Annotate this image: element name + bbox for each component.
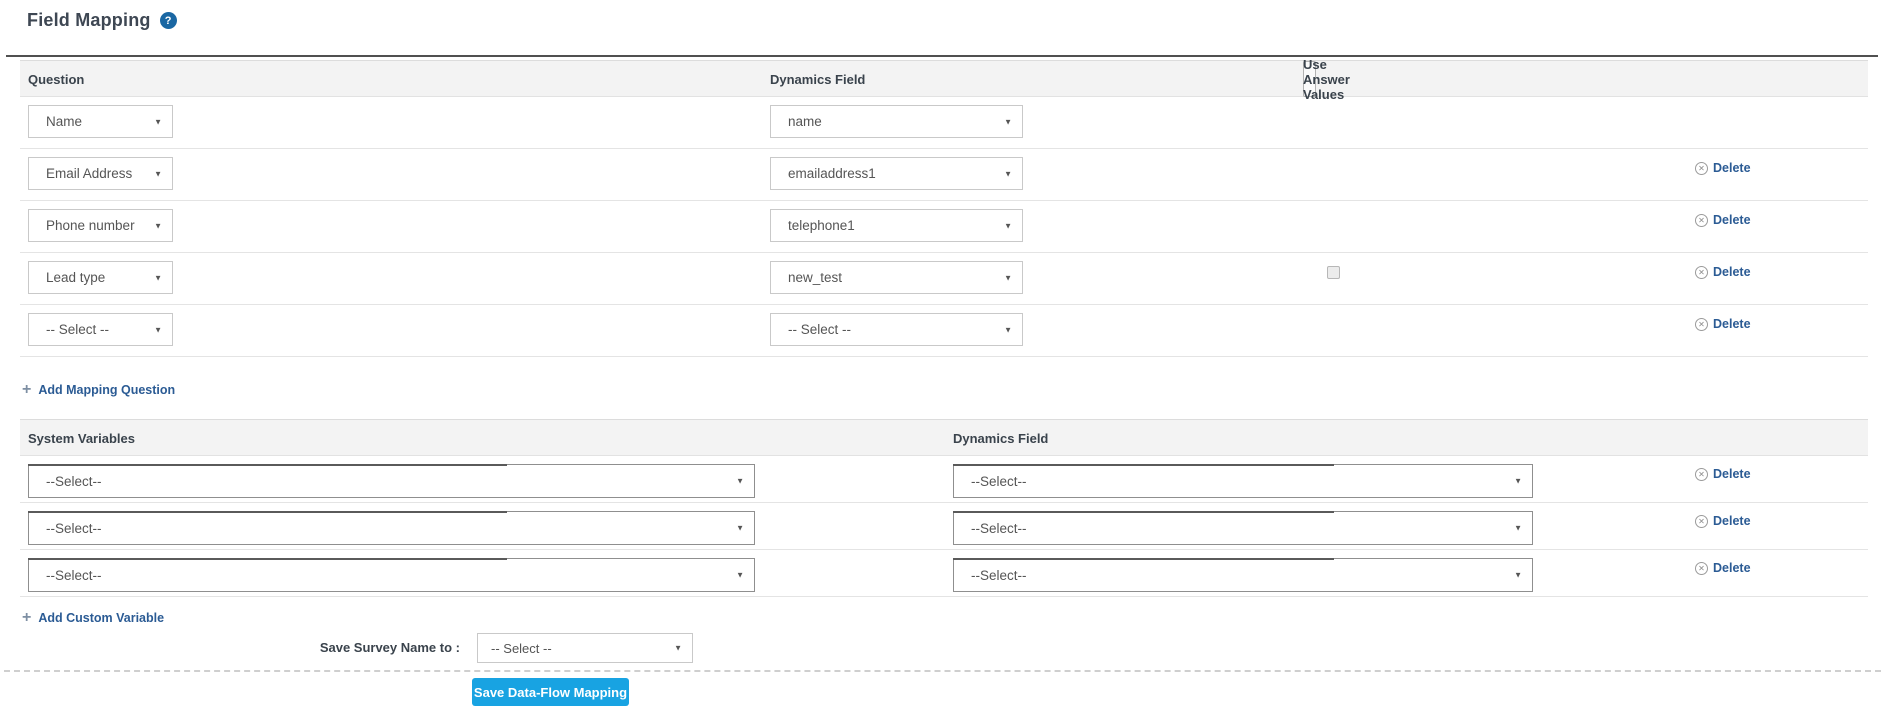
system-variable-row-2: --Select--▼ --Select--▼ ✕Delete: [20, 503, 1868, 550]
chevron-down-icon: ▼: [1004, 117, 1012, 126]
mapping-row-1: Name▼ name▼: [20, 97, 1868, 149]
delete-link[interactable]: ✕Delete: [1695, 561, 1751, 575]
chevron-down-icon: ▼: [1514, 477, 1522, 486]
dynamics-field-select[interactable]: --Select--▼: [953, 558, 1533, 592]
dynamics-field-select[interactable]: --Select--▼: [953, 511, 1533, 545]
delete-link[interactable]: ✕Delete: [1695, 514, 1751, 528]
mapping-row-3: Phone number▼ telephone1▼ ✕Delete: [20, 201, 1868, 253]
header-divider: [6, 55, 1878, 57]
footer-dashed-divider: [4, 670, 1881, 672]
chevron-down-icon: ▼: [736, 524, 744, 533]
help-icon[interactable]: ?: [160, 12, 177, 29]
system-variable-select[interactable]: --Select--▼: [28, 464, 755, 498]
dynamics-field-select[interactable]: emailaddress1▼: [770, 157, 1023, 190]
chevron-down-icon: ▼: [1004, 273, 1012, 282]
dynamics-field-select[interactable]: -- Select --▼: [770, 313, 1023, 346]
mapping-row-4: Lead type▼ new_test▼ ✕Delete: [20, 253, 1868, 305]
chevron-down-icon: ▼: [154, 169, 162, 178]
system-variables-header-row: System Variables Dynamics Field: [20, 419, 1868, 456]
system-variable-row-3: --Select--▼ --Select--▼ ✕Delete: [20, 550, 1868, 597]
chevron-down-icon: ▼: [154, 117, 162, 126]
chevron-down-icon: ▼: [1004, 221, 1012, 230]
chevron-down-icon: ▼: [154, 273, 162, 282]
chevron-down-icon: ▼: [154, 221, 162, 230]
chevron-down-icon: ▼: [736, 571, 744, 580]
dynamics-field-select[interactable]: name▼: [770, 105, 1023, 138]
delete-circle-icon: ✕: [1695, 214, 1708, 227]
field-mapping-page: Field Mapping ? Question Dynamics Field …: [0, 0, 1885, 712]
plus-icon: +: [22, 611, 31, 625]
dynamics-field-select[interactable]: telephone1▼: [770, 209, 1023, 242]
question-column-header: Question: [28, 61, 84, 97]
delete-circle-icon: ✕: [1695, 562, 1708, 575]
add-mapping-question-link[interactable]: + Add Mapping Question: [22, 383, 175, 397]
question-select[interactable]: Email Address▼: [28, 157, 173, 190]
system-variable-select[interactable]: --Select--▼: [28, 558, 755, 592]
add-custom-variable-link[interactable]: + Add Custom Variable: [22, 611, 164, 625]
question-mapping-header-row: Question Dynamics Field Use Answer Value…: [20, 60, 1868, 97]
delete-link[interactable]: ✕Delete: [1695, 213, 1751, 227]
chevron-down-icon: ▼: [154, 325, 162, 334]
question-select[interactable]: Name▼: [28, 105, 173, 138]
page-header: Field Mapping ?: [27, 10, 177, 31]
delete-link[interactable]: ✕Delete: [1695, 317, 1751, 331]
chevron-down-icon: ▼: [1514, 524, 1522, 533]
mapping-row-5: -- Select --▼ -- Select --▼ ✕Delete: [20, 305, 1868, 357]
save-survey-name-select[interactable]: -- Select -- ▼: [477, 633, 693, 663]
delete-link[interactable]: ✕Delete: [1695, 265, 1751, 279]
save-survey-name-label: Save Survey Name to :: [240, 640, 460, 655]
dynamics-field-column-header: Dynamics Field: [770, 61, 865, 97]
dynamics-field-column-header: Dynamics Field: [953, 420, 1048, 456]
delete-circle-icon: ✕: [1695, 162, 1708, 175]
save-data-flow-mapping-button[interactable]: Save Data-Flow Mapping: [472, 678, 629, 706]
use-answer-values-label: Use Answer Values: [1303, 61, 1350, 97]
chevron-down-icon: ▼: [1514, 571, 1522, 580]
question-mapping-table: Question Dynamics Field Use Answer Value…: [20, 60, 1868, 357]
plus-icon: +: [22, 383, 31, 397]
question-select[interactable]: Phone number▼: [28, 209, 173, 242]
system-variable-row-1: --Select--▼ --Select--▼ ✕Delete: [20, 456, 1868, 503]
delete-circle-icon: ✕: [1695, 266, 1708, 279]
system-variables-table: System Variables Dynamics Field --Select…: [20, 419, 1868, 597]
dynamics-field-select[interactable]: --Select--▼: [953, 464, 1533, 498]
page-title: Field Mapping: [27, 10, 151, 31]
delete-circle-icon: ✕: [1695, 515, 1708, 528]
delete-link[interactable]: ✕Delete: [1695, 467, 1751, 481]
chevron-down-icon: ▼: [1004, 325, 1012, 334]
chevron-down-icon: ▼: [674, 644, 682, 653]
chevron-down-icon: ▼: [736, 477, 744, 486]
delete-circle-icon: ✕: [1695, 318, 1708, 331]
system-variable-select[interactable]: --Select--▼: [28, 511, 755, 545]
delete-circle-icon: ✕: [1695, 468, 1708, 481]
question-select[interactable]: Lead type▼: [28, 261, 173, 294]
question-select[interactable]: -- Select --▼: [28, 313, 173, 346]
mapping-row-2: Email Address▼ emailaddress1▼ ✕Delete: [20, 149, 1868, 201]
chevron-down-icon: ▼: [1004, 169, 1012, 178]
dynamics-field-select[interactable]: new_test▼: [770, 261, 1023, 294]
use-answer-values-checkbox[interactable]: [1327, 266, 1340, 279]
system-variables-column-header: System Variables: [28, 420, 135, 456]
delete-link[interactable]: ✕Delete: [1695, 161, 1751, 175]
